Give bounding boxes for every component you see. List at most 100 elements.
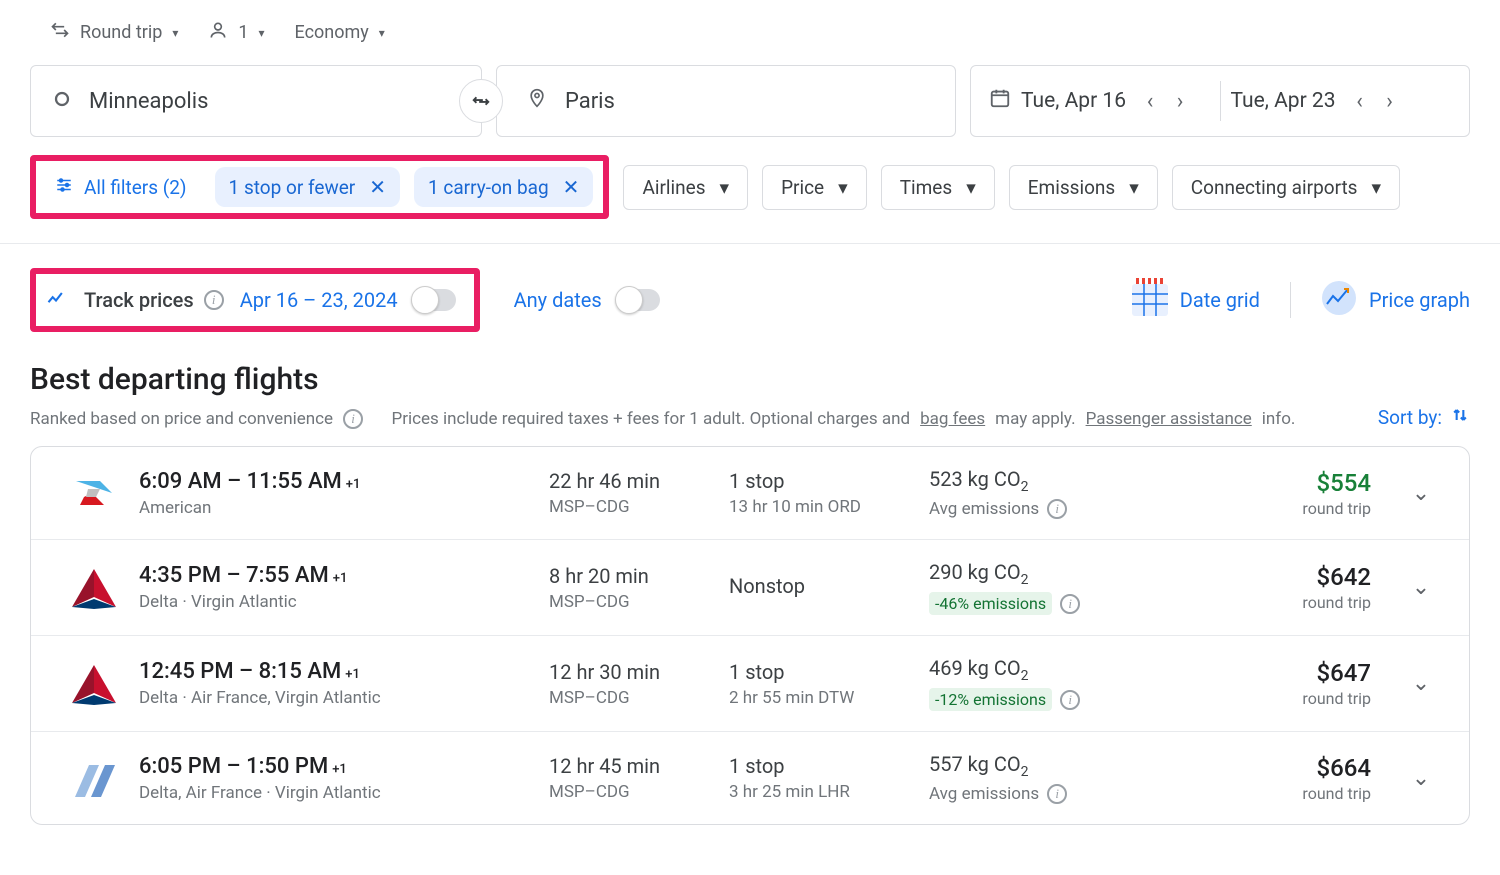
filter-emissions[interactable]: Emissions▾ [1009, 165, 1158, 210]
flight-time: 6:05 PM – 1:50 PM+1 [139, 754, 539, 779]
expand-icon[interactable]: ⌄ [1401, 671, 1441, 696]
flight-row[interactable]: 6:09 AM – 11:55 AM+1 American 22 hr 46 m… [31, 447, 1469, 540]
airline-logo [59, 757, 129, 799]
flight-emissions: 523 kg CO2 [929, 467, 1149, 495]
filter-chip-bags[interactable]: 1 carry-on bag ✕ [414, 167, 593, 207]
info-icon[interactable]: i [204, 290, 224, 310]
highlight-track-prices: Track prices i Apr 16 – 23, 2024 [30, 268, 480, 332]
all-filters-label: All filters (2) [84, 176, 187, 199]
airline-name: Delta · Air France, Virgin Atlantic [139, 688, 539, 708]
flight-emissions: 469 kg CO2 [929, 656, 1149, 684]
flight-route: MSP–CDG [549, 688, 719, 708]
track-dates-toggle[interactable] [414, 289, 456, 311]
price-sublabel: round trip [1159, 499, 1371, 518]
price-sublabel: round trip [1159, 689, 1371, 708]
emissions-sub: -12% emissions i [929, 688, 1149, 711]
price-graph-button[interactable]: Price graph [1321, 280, 1470, 321]
flight-duration: 12 hr 30 min [549, 660, 719, 684]
sliders-icon [54, 176, 74, 199]
date-range-input[interactable]: Tue, Apr 16 ‹ › Tue, Apr 23 ‹ › [970, 65, 1470, 137]
emissions-badge: -12% emissions [929, 688, 1052, 711]
flight-stops: Nonstop [729, 574, 919, 598]
filter-price[interactable]: Price▾ [762, 165, 867, 210]
airline-logo [59, 663, 129, 705]
info-icon[interactable]: i [343, 409, 363, 429]
info-icon[interactable]: i [1047, 784, 1067, 804]
flight-duration: 8 hr 20 min [549, 564, 719, 588]
cabin-select[interactable]: Economy ▾ [295, 22, 385, 43]
date-grid-icon [1132, 284, 1168, 316]
airline-logo [59, 469, 129, 517]
passenger-assistance-link[interactable]: Passenger assistance [1086, 409, 1252, 429]
return-prev-button[interactable]: ‹ [1346, 89, 1374, 114]
caret-down-icon: ▾ [258, 26, 264, 40]
filter-chip-stops[interactable]: 1 stop or fewer ✕ [215, 167, 400, 207]
track-any-dates-toggle[interactable] [618, 289, 660, 311]
depart-date-value: Tue, Apr 16 [1021, 89, 1126, 113]
return-next-button[interactable]: › [1376, 89, 1404, 114]
flight-stops: 1 stop [729, 754, 919, 778]
return-date-value: Tue, Apr 23 [1231, 89, 1336, 113]
sort-icon [1450, 405, 1470, 430]
info-icon[interactable]: i [1047, 499, 1067, 519]
expand-icon[interactable]: ⌄ [1401, 481, 1441, 506]
flight-duration: 12 hr 45 min [549, 754, 719, 778]
flight-row[interactable]: 6:05 PM – 1:50 PM+1 Delta, Air France · … [31, 732, 1469, 824]
caret-down-icon: ▾ [172, 26, 178, 40]
results-title: Best departing flights [30, 362, 1470, 397]
price-graph-icon [1321, 280, 1357, 321]
flight-row[interactable]: 4:35 PM – 7:55 AM+1 Delta · Virgin Atlan… [31, 540, 1469, 636]
airline-name: Delta · Virgin Atlantic [139, 592, 539, 612]
flight-stops: 1 stop [729, 469, 919, 493]
flight-duration: 22 hr 46 min [549, 469, 719, 493]
track-prices-label: Track prices i [84, 288, 224, 312]
caret-down-icon: ▾ [1372, 176, 1382, 199]
flight-route: MSP–CDG [549, 497, 719, 517]
filter-times[interactable]: Times▾ [881, 165, 995, 210]
depart-prev-button[interactable]: ‹ [1136, 89, 1164, 114]
swap-origin-dest-button[interactable] [459, 79, 503, 123]
trip-type-select[interactable]: Round trip ▾ [50, 20, 178, 45]
emissions-sub: Avg emissions i [929, 784, 1149, 804]
price-sublabel: round trip [1159, 784, 1371, 803]
flight-layover: 13 hr 10 min ORD [729, 497, 919, 517]
flight-price: $647 [1159, 659, 1371, 687]
airline-name: American [139, 498, 539, 518]
chip-label: 1 carry-on bag [428, 176, 549, 199]
info-icon[interactable]: i [1060, 594, 1080, 614]
passengers-select[interactable]: 1 ▾ [208, 20, 264, 45]
caret-down-icon: ▾ [720, 176, 730, 199]
swap-icon [50, 20, 70, 45]
origin-input[interactable]: Minneapolis [30, 65, 482, 137]
filter-airlines[interactable]: Airlines▾ [623, 165, 748, 210]
sort-by-button[interactable]: Sort by: [1378, 405, 1470, 430]
passengers-label: 1 [238, 22, 248, 43]
trip-type-label: Round trip [80, 22, 162, 43]
caret-down-icon: ▾ [838, 176, 848, 199]
depart-next-button[interactable]: › [1166, 89, 1194, 114]
flight-time: 12:45 PM – 8:15 AM+1 [139, 659, 539, 684]
origin-value: Minneapolis [89, 89, 208, 114]
chip-label: 1 stop or fewer [229, 176, 356, 199]
flight-route: MSP–CDG [549, 782, 719, 802]
flight-stops: 1 stop [729, 660, 919, 684]
bag-fees-link[interactable]: bag fees [920, 409, 985, 429]
expand-icon[interactable]: ⌄ [1401, 766, 1441, 791]
caret-down-icon: ▾ [379, 26, 385, 40]
filter-connecting-airports[interactable]: Connecting airports▾ [1172, 165, 1400, 210]
close-icon[interactable]: ✕ [369, 175, 386, 199]
expand-icon[interactable]: ⌄ [1401, 575, 1441, 600]
flight-layover: 3 hr 25 min LHR [729, 782, 919, 802]
flight-row[interactable]: 12:45 PM – 8:15 AM+1 Delta · Air France,… [31, 636, 1469, 732]
results-subtitle: Ranked based on price and convenience i … [30, 409, 1295, 429]
date-grid-button[interactable]: Date grid [1132, 284, 1260, 316]
all-filters-button[interactable]: All filters (2) [40, 170, 201, 205]
destination-input[interactable]: Paris [496, 65, 956, 137]
info-icon[interactable]: i [1060, 690, 1080, 710]
close-icon[interactable]: ✕ [563, 175, 580, 199]
any-dates-label: Any dates [514, 288, 602, 312]
caret-down-icon: ▾ [1129, 176, 1139, 199]
emissions-sub: -46% emissions i [929, 592, 1149, 615]
flight-price: $642 [1159, 563, 1371, 591]
emissions-sub: Avg emissions i [929, 499, 1149, 519]
